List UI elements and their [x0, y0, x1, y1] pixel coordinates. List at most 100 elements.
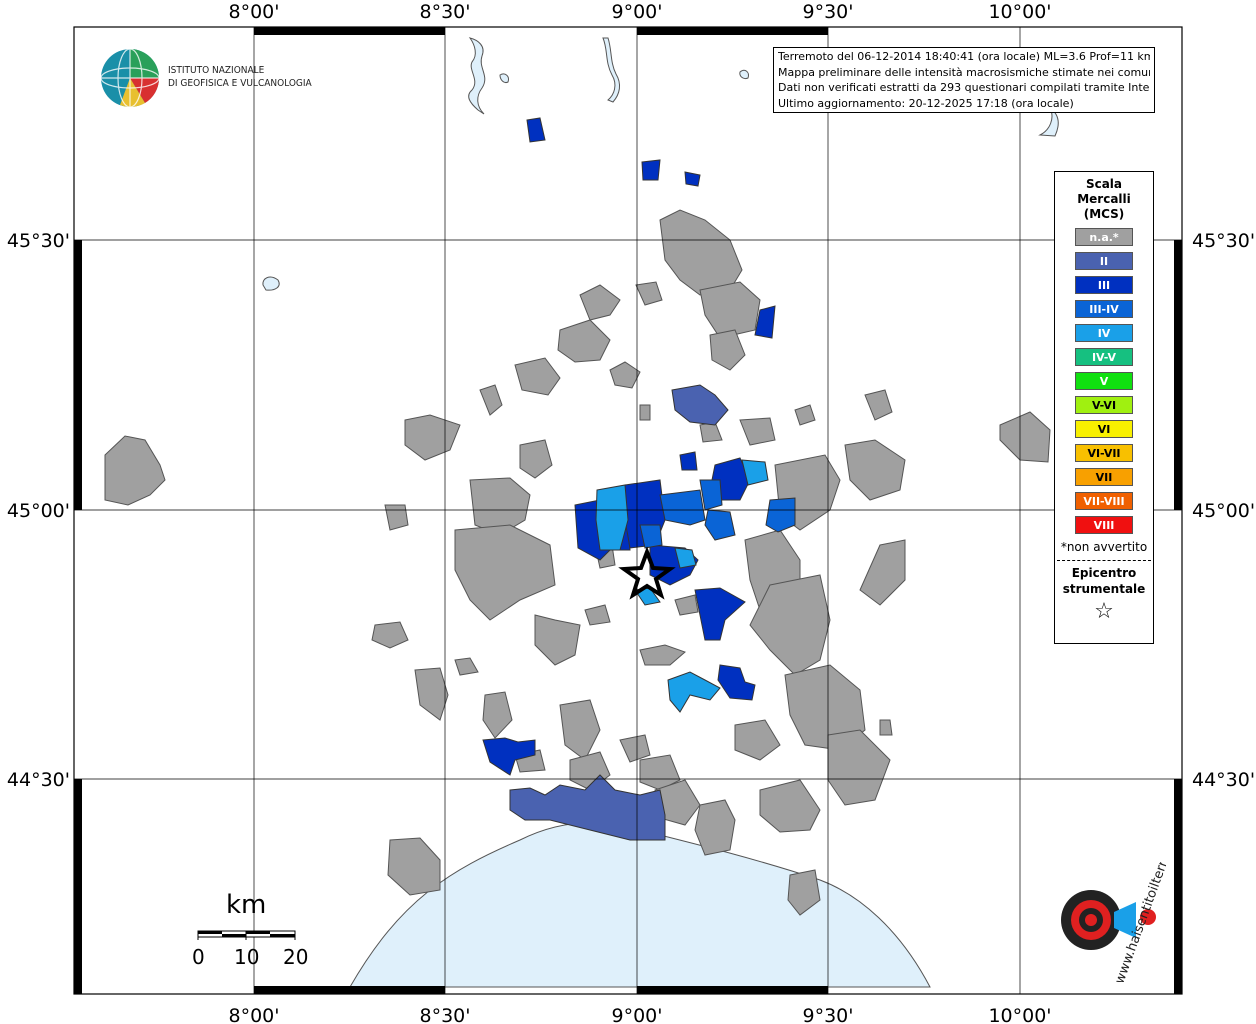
website-logo-icon: www.haisentitoilterremoto.it — [1061, 808, 1190, 986]
legend-swatch: III-IV — [1075, 300, 1133, 318]
municipality-na — [519, 439, 553, 479]
municipality-iii-iv — [765, 497, 796, 533]
legend-swatch: III — [1075, 276, 1133, 294]
municipality-iii-iv — [659, 489, 706, 526]
legend-title-line: Scala — [1085, 177, 1123, 191]
legend: Scala Mercalli (MCS) n.a.* II III III-IV IV I… — [1054, 171, 1154, 644]
logo-line: DI GEOFISICA E VULCANOLOGIA — [168, 78, 312, 89]
info-box: Terremoto del 06-12-2014 18:40:41 (ora l… — [773, 47, 1155, 113]
legend-title-line: (MCS) — [1083, 207, 1125, 221]
municipality-na — [514, 357, 561, 396]
top-tick: 9°00' — [612, 1, 663, 23]
municipality-na — [864, 389, 893, 421]
municipality-na — [879, 719, 893, 736]
top-tick: 8°30' — [420, 1, 471, 23]
legend-divider — [1057, 560, 1151, 561]
municipality-iii-iv — [704, 509, 736, 541]
municipality-na — [454, 524, 556, 621]
legend-epicentre-line: Epicentro — [1071, 566, 1137, 580]
municipality-ii — [671, 384, 729, 426]
left-tick: 45°00' — [7, 500, 70, 522]
right-tick: 44°30' — [1192, 769, 1255, 791]
municipality-na — [709, 329, 746, 371]
municipality-iii — [717, 664, 756, 701]
bottom-tick: 8°00' — [229, 1005, 280, 1024]
bottom-tick: 8°30' — [420, 1005, 471, 1024]
municipality-na — [414, 667, 449, 721]
legend-swatch: IV — [1075, 324, 1133, 342]
top-tick: 8°00' — [229, 1, 280, 23]
municipality-na — [759, 779, 821, 833]
left-tick: 45°30' — [7, 230, 70, 252]
municipality-na — [559, 699, 601, 761]
municipality-na — [844, 439, 906, 501]
municipality-na — [482, 691, 513, 739]
info-line: Dati non verificati estratti da 293 ques… — [778, 81, 1150, 94]
scale-label: 20 — [283, 945, 309, 969]
municipality-iv — [667, 671, 721, 713]
municipality-na — [859, 539, 906, 606]
scale-bar — [197, 930, 296, 940]
municipality-na — [371, 621, 409, 649]
municipality-na — [999, 411, 1051, 463]
legend-swatch: VII — [1075, 468, 1133, 486]
municipality-iii-iv — [699, 479, 723, 511]
legend-swatch: VIII — [1075, 516, 1133, 534]
info-line: Mappa preliminare delle intensità macros… — [778, 65, 1150, 79]
right-tick: 45°30' — [1192, 230, 1255, 252]
legend-title-line: Mercalli — [1077, 192, 1131, 206]
lake — [262, 276, 280, 291]
municipality-iii — [679, 451, 698, 471]
municipality-na — [699, 281, 761, 339]
municipality-na — [579, 284, 621, 321]
left-tick: 44°30' — [7, 769, 70, 791]
sea — [349, 822, 931, 988]
legend-swatches: n.a.* II III III-IV IV IV-V V V-VI VI VI-VII VII VI… — [1055, 228, 1153, 534]
lake — [468, 37, 486, 115]
municipality-na — [827, 729, 891, 806]
municipality-na — [104, 435, 166, 506]
info-line: Terremoto del 06-12-2014 18:40:41 (ora l… — [778, 50, 1150, 63]
legend-swatch: VI — [1075, 420, 1133, 438]
bottom-tick: 10°00' — [988, 1005, 1051, 1024]
star-icon: ☆ — [1094, 599, 1114, 624]
municipality-na — [619, 734, 651, 763]
top-tick: 9°30' — [803, 1, 854, 23]
scale-label: 0 — [192, 945, 205, 969]
bottom-tick: 9°30' — [803, 1005, 854, 1024]
bottom-tick: 9°00' — [612, 1005, 663, 1024]
legend-swatch: II — [1075, 252, 1133, 270]
legend-swatch: V-VI — [1075, 396, 1133, 414]
website-logo: www.haisentitoilterremoto.it — [1036, 808, 1190, 986]
municipality-na — [734, 719, 781, 761]
municipality-na — [387, 837, 441, 896]
right-tick: 45°00' — [1192, 500, 1255, 522]
municipality-na — [384, 504, 409, 531]
top-tick: 10°00' — [988, 1, 1051, 23]
legend-epicentre: Epicentro strumentale — [1055, 565, 1153, 597]
legend-note: *non avvertito — [1060, 540, 1148, 554]
municipality-iii — [641, 159, 661, 181]
info-line: Ultimo aggiornamento: 20-12-2025 17:18 (… — [778, 96, 1074, 110]
municipality-na — [639, 404, 651, 421]
lake — [739, 69, 749, 79]
municipality-na — [659, 209, 743, 296]
municipality-na — [557, 319, 611, 363]
municipality-na — [794, 404, 816, 426]
globe-icon — [100, 48, 160, 108]
logo-line: ISTITUTO NAZIONALE — [168, 65, 265, 76]
scale-unit: km — [226, 890, 267, 920]
legend-swatch: V — [1075, 372, 1133, 390]
municipality-iii — [694, 587, 746, 641]
municipality-na — [534, 614, 581, 666]
municipality-iii — [684, 171, 701, 187]
legend-epicentre-line: strumentale — [1062, 582, 1146, 596]
municipality-na — [584, 604, 611, 626]
scale-label: 10 — [234, 945, 260, 969]
legend-title: Scala Mercalli (MCS) — [1055, 177, 1153, 222]
legend-swatch: IV-V — [1075, 348, 1133, 366]
ingv-logo — [100, 48, 162, 114]
municipality-na — [404, 414, 461, 461]
legend-swatch: n.a.* — [1075, 228, 1133, 246]
ingv-logo-text: ISTITUTO NAZIONALE DI GEOFISICA E VULCAN… — [168, 64, 312, 90]
